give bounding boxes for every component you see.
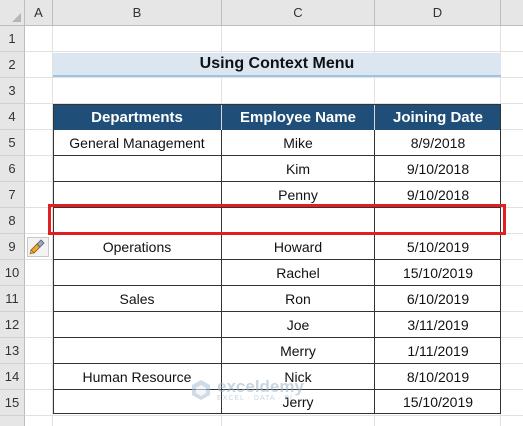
cell-employee[interactable]: Merry — [222, 338, 375, 364]
cell-date[interactable]: 8/9/2018 — [375, 130, 501, 156]
watermark: exceldemy EXCEL · DATA · BI — [190, 378, 304, 402]
row-header-5[interactable]: 5 — [0, 130, 25, 156]
cell-department[interactable] — [53, 338, 222, 364]
cell-date[interactable]: 5/10/2019 — [375, 234, 501, 260]
watermark-subtitle: EXCEL · DATA · BI — [217, 395, 293, 402]
header-employee-name[interactable]: Employee Name — [222, 104, 375, 130]
row-header-7[interactable]: 7 — [0, 182, 25, 208]
select-all-corner[interactable] — [0, 0, 25, 26]
cell-date[interactable]: 6/10/2019 — [375, 286, 501, 312]
cell-department[interactable] — [53, 312, 222, 338]
format-painter-icon[interactable] — [27, 237, 49, 257]
cell-employee-inserted[interactable] — [222, 208, 375, 234]
cell-employee[interactable]: Rachel — [222, 260, 375, 286]
column-header-b[interactable]: B — [53, 0, 222, 26]
column-header-d[interactable]: D — [375, 0, 501, 26]
row-header-13[interactable]: 13 — [0, 338, 25, 364]
row-header-16[interactable] — [0, 416, 25, 426]
cell-employee[interactable]: Howard — [222, 234, 375, 260]
row-header-11[interactable]: 11 — [0, 286, 25, 312]
header-departments[interactable]: Departments — [53, 104, 222, 130]
row-header-2[interactable]: 2 — [0, 52, 25, 78]
row-header-12[interactable]: 12 — [0, 312, 25, 338]
column-header-c[interactable]: C — [222, 0, 375, 26]
row-header-9[interactable]: 9 — [0, 234, 25, 260]
cell-date[interactable]: 15/10/2019 — [375, 390, 501, 414]
row-header-15[interactable]: 15 — [0, 390, 25, 416]
cell-department[interactable] — [53, 182, 222, 208]
cell-date[interactable]: 9/10/2018 — [375, 156, 501, 182]
row-header-4[interactable]: 4 — [0, 104, 25, 130]
cell-date[interactable]: 1/11/2019 — [375, 338, 501, 364]
row-header-1[interactable]: 1 — [0, 26, 25, 52]
cell-date[interactable]: 3/11/2019 — [375, 312, 501, 338]
cell-employee[interactable]: Penny — [222, 182, 375, 208]
cell-employee[interactable]: Mike — [222, 130, 375, 156]
cell-date-inserted[interactable] — [375, 208, 501, 234]
column-header-a[interactable]: A — [25, 0, 53, 26]
cell-employee[interactable]: Kim — [222, 156, 375, 182]
cell-department[interactable]: Sales — [53, 286, 222, 312]
cell-department[interactable]: General Management — [53, 130, 222, 156]
cell-date[interactable]: 9/10/2018 — [375, 182, 501, 208]
row-header-14[interactable]: 14 — [0, 364, 25, 390]
cell-department-inserted[interactable] — [53, 208, 222, 234]
header-joining-date[interactable]: Joining Date — [375, 104, 501, 130]
watermark-brand: exceldemy — [217, 377, 304, 396]
cell-date[interactable]: 8/10/2019 — [375, 364, 501, 390]
cell-department[interactable] — [53, 156, 222, 182]
cell-department[interactable] — [53, 260, 222, 286]
cell-date[interactable]: 15/10/2019 — [375, 260, 501, 286]
sheet-title[interactable]: Using Context Menu — [53, 53, 501, 77]
cell-employee[interactable]: Joe — [222, 312, 375, 338]
row-header-8[interactable]: 8 — [0, 208, 25, 234]
exceldemy-logo-icon — [192, 380, 210, 400]
row-header-6[interactable]: 6 — [0, 156, 25, 182]
row-header-3[interactable]: 3 — [0, 78, 25, 104]
row-header-10[interactable]: 10 — [0, 260, 25, 286]
spreadsheet: A B C D 1 2 3 4 5 6 7 8 9 10 11 12 13 14… — [0, 0, 523, 426]
column-header-e[interactable] — [501, 0, 523, 26]
cell-employee[interactable]: Ron — [222, 286, 375, 312]
cell-department[interactable]: Operations — [53, 234, 222, 260]
